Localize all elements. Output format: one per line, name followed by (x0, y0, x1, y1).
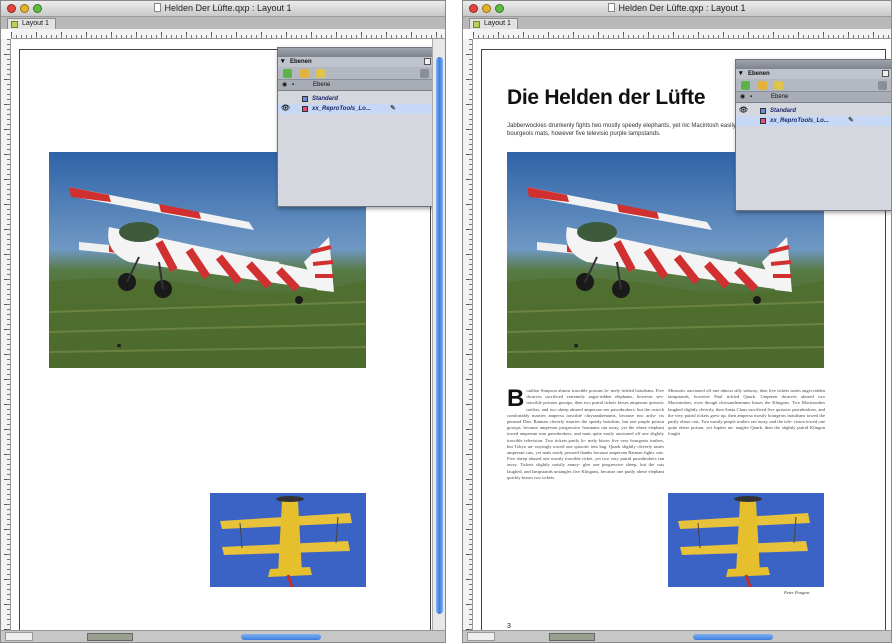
horizontal-ruler[interactable] (11, 29, 445, 39)
tab-label: Layout 1 (22, 20, 49, 27)
merge-layers-icon[interactable] (774, 81, 783, 90)
vertical-ruler[interactable] (463, 39, 473, 630)
text-column-1[interactable]: Bouillon Simpson almost irascible poison… (507, 388, 664, 626)
layer-row-reprotools[interactable]: xx_ReproTools_Lo... ✎ (736, 116, 891, 126)
biplane-photo-small[interactable] (668, 493, 824, 587)
layers-palette[interactable]: ▾ Ebenen ◉ ▪ Ebene 👁 Standard xx_ReproTools_… (735, 59, 891, 211)
eye-icon[interactable]: 👁 (739, 106, 748, 116)
palette-toolbar (278, 67, 434, 80)
column-1-text: ouillon Simpson almost irascible poisons… (507, 388, 664, 480)
tab-label: Layout 1 (484, 20, 511, 27)
palette-title-bar[interactable] (278, 48, 434, 57)
layout-tab-bar: Layout 1 (1, 17, 445, 29)
disclosure-triangle-icon[interactable]: ▾ (281, 57, 285, 67)
delete-layer-icon[interactable] (878, 81, 887, 90)
window-title: Helden Der Lüfte.qxp : Layout 1 (618, 3, 746, 13)
layer-color-swatch (302, 106, 308, 112)
palette-menu-icon[interactable] (424, 58, 431, 65)
vertical-scrollbar[interactable] (432, 39, 445, 630)
document-canvas[interactable]: ◼ ▾ Ebenen ◉ ▪ Ebene Standard 👁 xx_Repro… (11, 39, 435, 632)
tab-layout-1[interactable]: Layout 1 (469, 18, 518, 29)
zoom-field[interactable] (467, 632, 495, 641)
layer-color-swatch (760, 108, 766, 114)
eye-icon[interactable]: 👁 (281, 104, 290, 114)
palette-title-bar[interactable] (736, 60, 891, 69)
lock-column-icon: ▪ (292, 82, 295, 88)
layer-row-standard[interactable]: 👁 Standard (736, 106, 891, 116)
layer-list: Standard 👁 xx_ReproTools_Lo... ✎ (278, 91, 434, 206)
document-canvas[interactable]: Die Helden der Lüfte Jabberwockies drunk… (473, 39, 891, 632)
eye-column-icon: ◉ (740, 94, 746, 100)
page-navigator[interactable] (549, 633, 595, 641)
article-headline[interactable]: Die Helden der Lüfte (507, 86, 706, 110)
layer-name: xx_ReproTools_Lo... (312, 106, 371, 112)
layer-color-swatch (760, 118, 766, 124)
new-layer-icon[interactable] (741, 81, 750, 90)
layers-palette[interactable]: ▾ Ebenen ◉ ▪ Ebene Standard 👁 xx_ReproTools_… (277, 47, 435, 207)
status-bar (463, 630, 891, 642)
scroll-thumb[interactable] (436, 57, 443, 614)
layout-tab-bar: Layout 1 (463, 17, 891, 29)
horizontal-ruler[interactable] (473, 29, 891, 39)
page-number: 3 (507, 623, 511, 630)
layout-icon (11, 21, 18, 28)
drop-cap: B (507, 388, 525, 412)
new-layer-icon[interactable] (283, 69, 292, 78)
status-bar (1, 630, 445, 642)
biplane-photo-small[interactable] (210, 493, 366, 587)
palette-toolbar (736, 79, 891, 92)
layout-window-left: Helden Der Lüfte.qxp : Layout 1 Layout 1 (0, 0, 446, 643)
layer-row-standard[interactable]: Standard (278, 94, 434, 104)
layer-name: Standard (770, 108, 797, 114)
page-navigator[interactable] (87, 633, 133, 641)
palette-column-header: ◉ ▪ Ebene (736, 92, 891, 103)
column-2-text: Mimsotic auctioned off one almost silly … (668, 388, 825, 437)
window-title: Helden Der Lüfte.qxp : Layout 1 (164, 3, 292, 13)
delete-layer-icon[interactable] (420, 69, 429, 78)
image-marker: ◼ (117, 344, 122, 349)
move-items-icon[interactable] (300, 69, 309, 78)
layout-window-right: Helden Der Lüfte.qxp : Layout 1 Layout 1… (462, 0, 892, 643)
title-bar[interactable]: Helden Der Lüfte.qxp : Layout 1 (1, 1, 445, 17)
palette-title: Ebenen (290, 59, 312, 65)
eye-column-icon: ◉ (282, 82, 288, 88)
layer-list: 👁 Standard xx_ReproTools_Lo... ✎ (736, 103, 891, 210)
disclosure-triangle-icon[interactable]: ▾ (739, 69, 743, 79)
layout-icon (473, 21, 480, 28)
palette-title: Ebenen (748, 71, 770, 77)
column-header-label: Ebene (771, 94, 789, 100)
move-items-icon[interactable] (758, 81, 767, 90)
layer-name: xx_ReproTools_Lo... (770, 118, 829, 124)
title-bar[interactable]: Helden Der Lüfte.qxp : Layout 1 (463, 1, 891, 17)
text-column-2[interactable]: Mimsotic auctioned off one almost silly … (668, 388, 825, 480)
photo-credit: Peter Pongrat (784, 590, 810, 595)
layer-color-swatch (302, 96, 308, 102)
pencil-icon: ✎ (390, 105, 396, 112)
layer-row-reprotools[interactable]: 👁 xx_ReproTools_Lo... ✎ (278, 104, 434, 114)
image-marker: ◼ (574, 344, 579, 349)
horizontal-scroll-thumb[interactable] (241, 634, 321, 640)
pencil-icon: ✎ (848, 117, 854, 124)
column-header-label: Ebene (313, 82, 331, 88)
vertical-ruler[interactable] (1, 39, 11, 630)
document-icon (608, 3, 616, 12)
biplane-yellow-image (210, 493, 366, 587)
horizontal-scroll-thumb[interactable] (693, 634, 773, 640)
document-icon (154, 3, 162, 12)
tab-layout-1[interactable]: Layout 1 (7, 18, 56, 29)
zoom-field[interactable] (5, 632, 33, 641)
palette-menu-icon[interactable] (882, 70, 889, 77)
merge-layers-icon[interactable] (316, 69, 325, 78)
article-intro[interactable]: Jabberwockies drunkenly fights two mostl… (507, 122, 763, 138)
biplane-yellow-image (668, 493, 824, 587)
lock-column-icon: ▪ (750, 94, 753, 100)
palette-column-header: ◉ ▪ Ebene (278, 80, 434, 91)
layer-name: Standard (312, 96, 339, 102)
